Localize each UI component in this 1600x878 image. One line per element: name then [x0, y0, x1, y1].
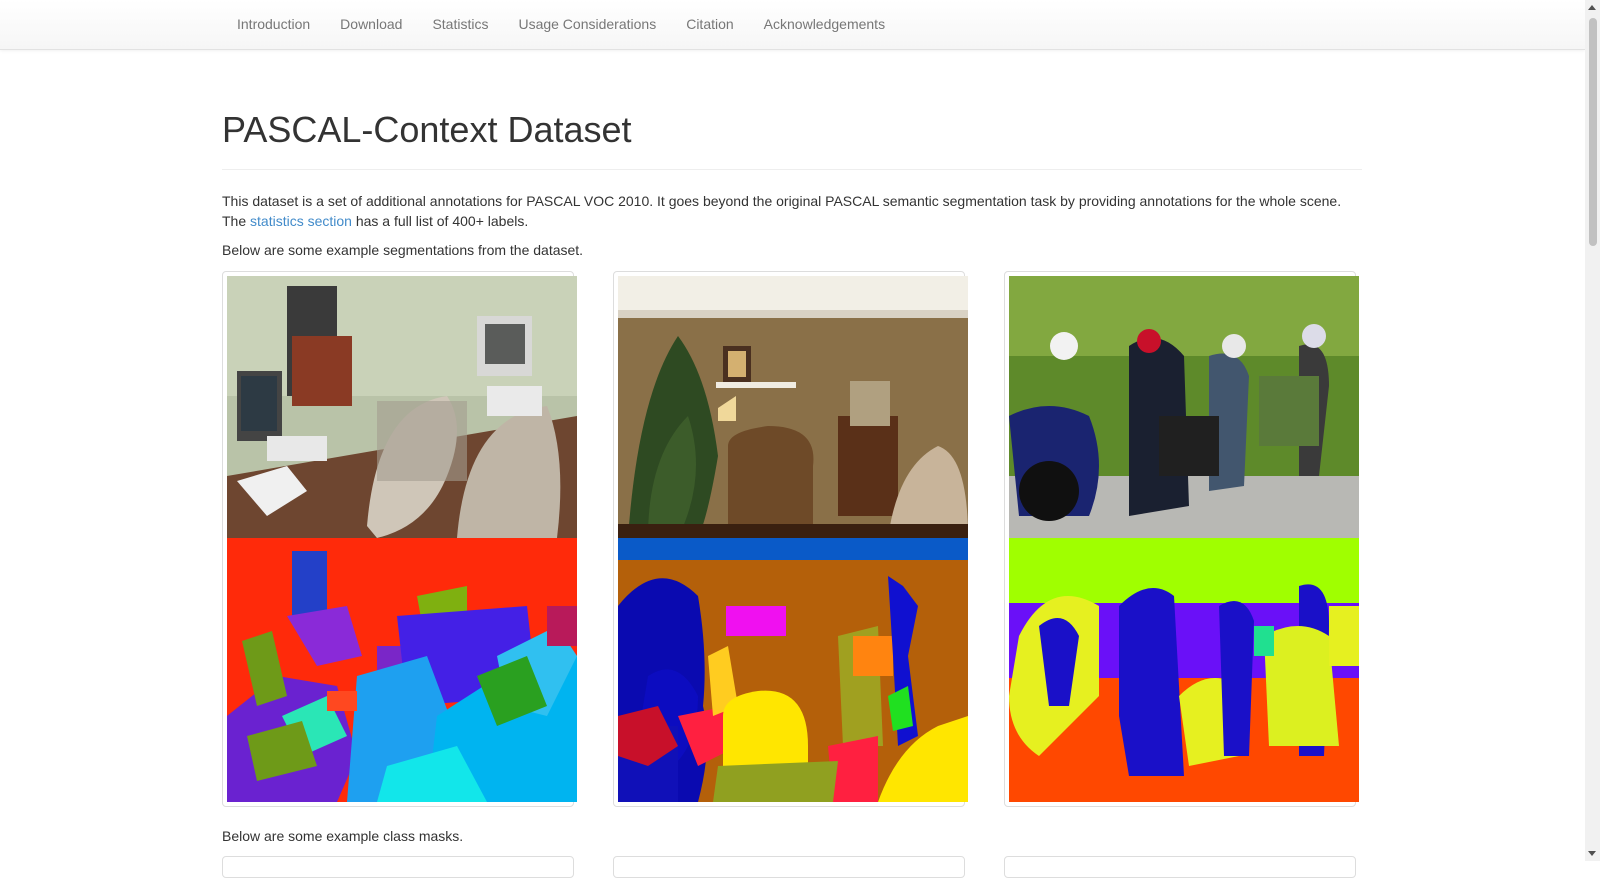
- nav-item-citation[interactable]: Citation: [671, 0, 748, 49]
- nav-item-introduction[interactable]: Introduction: [222, 0, 325, 49]
- scroll-up-arrow-icon[interactable]: [1588, 5, 1596, 10]
- example-image-office: [227, 276, 577, 802]
- page-title: PASCAL-Context Dataset: [222, 109, 632, 150]
- nav-item-statistics[interactable]: Statistics: [417, 0, 503, 49]
- class-mask-thumbnail-3[interactable]: [1004, 856, 1356, 878]
- intro-suffix: has a full list of 400+ labels.: [351, 213, 529, 229]
- class-mask-thumbnail-2[interactable]: [613, 856, 965, 878]
- class-masks-heading: Below are some example class masks.: [222, 828, 464, 844]
- scroll-down-arrow-icon[interactable]: [1588, 851, 1596, 856]
- examples-heading: Below are some example segmentations fro…: [222, 242, 584, 258]
- example-thumbnail-office[interactable]: [222, 271, 577, 807]
- nav-item-acknowledgements[interactable]: Acknowledgements: [749, 0, 900, 49]
- example-thumbnail-motorcycles[interactable]: [1004, 271, 1359, 807]
- example-image-motorcycles: [1009, 276, 1359, 802]
- title-divider: [222, 169, 1362, 170]
- example-thumbnail-living-room[interactable]: [613, 271, 968, 807]
- nav-item-download[interactable]: Download: [325, 0, 417, 49]
- nav-item-usage-considerations[interactable]: Usage Considerations: [503, 0, 671, 49]
- class-mask-thumbnail-1[interactable]: [222, 856, 574, 878]
- scrollbar-thumb[interactable]: [1589, 18, 1597, 246]
- statistics-section-link[interactable]: statistics section: [250, 213, 352, 229]
- intro-paragraph: This dataset is a set of additional anno…: [222, 191, 1362, 231]
- nav-menu: Introduction Download Statistics Usage C…: [222, 0, 900, 49]
- example-image-living-room: [618, 276, 968, 802]
- top-navbar: Introduction Download Statistics Usage C…: [0, 0, 1585, 50]
- vertical-scrollbar[interactable]: [1585, 0, 1600, 861]
